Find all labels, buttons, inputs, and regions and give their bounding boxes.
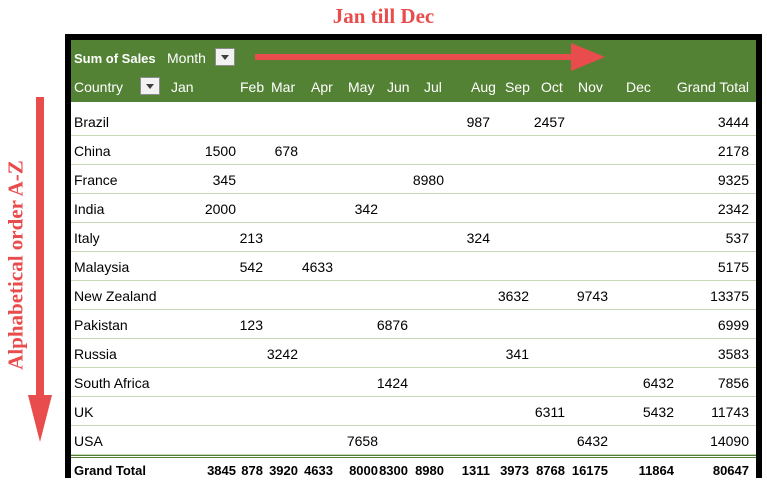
row-total-cell[interactable]: 5175 [718, 258, 749, 276]
row-total-cell[interactable]: 537 [726, 229, 749, 247]
grand-total-border [71, 455, 756, 458]
row-divider [71, 222, 756, 223]
value-cell[interactable]: 9743 [577, 287, 608, 305]
grand-total-value-cell[interactable]: 3845 [207, 462, 236, 480]
row-total-cell[interactable]: 14090 [710, 432, 749, 450]
row-divider [71, 135, 756, 136]
grand-total-value-cell[interactable]: 3973 [500, 462, 529, 480]
country-cell[interactable]: South Africa [74, 374, 150, 392]
value-cell[interactable]: 342 [355, 200, 378, 218]
row-total-cell[interactable]: 6999 [718, 316, 749, 334]
row-divider [71, 425, 756, 426]
month-filter-button[interactable] [215, 48, 235, 66]
value-cell[interactable]: 8980 [413, 171, 444, 189]
country-cell[interactable]: Russia [74, 345, 117, 363]
country-cell[interactable]: Pakistan [74, 316, 128, 334]
pivot-table: Sum of Sales Month Country Grand Total J… [71, 40, 756, 478]
row-total-cell[interactable]: 7856 [718, 374, 749, 392]
grand-total-value-cell[interactable]: 8980 [415, 462, 444, 480]
grand-total-value-cell[interactable]: 8300 [379, 462, 408, 480]
country-cell[interactable]: Malaysia [74, 258, 129, 276]
down-arrow-icon [28, 97, 52, 442]
country-filter-button[interactable] [140, 77, 160, 95]
value-cell[interactable]: 5432 [643, 403, 674, 421]
value-cell[interactable]: 1424 [377, 374, 408, 392]
row-divider [71, 367, 756, 368]
country-field-label: Country [74, 79, 124, 95]
value-cell[interactable]: 987 [467, 113, 490, 131]
grand-total-value-cell[interactable]: 3920 [269, 462, 298, 480]
country-cell[interactable]: New Zealand [74, 287, 157, 305]
row-total-cell[interactable]: 9325 [718, 171, 749, 189]
value-cell[interactable]: 213 [240, 229, 263, 247]
value-cell[interactable]: 6432 [643, 374, 674, 392]
value-cell[interactable]: 7658 [347, 432, 378, 450]
value-cell[interactable]: 2457 [534, 113, 565, 131]
month-header-jan: Jan [171, 79, 194, 95]
value-cell[interactable]: 324 [467, 229, 490, 247]
country-cell[interactable]: USA [74, 432, 103, 450]
row-divider [71, 309, 756, 310]
month-header-dec: Dec [626, 79, 651, 95]
grand-total-value-cell[interactable]: 878 [241, 462, 263, 480]
month-header-jun: Jun [387, 79, 410, 95]
row-total-cell[interactable]: 3583 [718, 345, 749, 363]
country-cell[interactable]: UK [74, 403, 93, 421]
country-cell[interactable]: France [74, 171, 118, 189]
annotation-alphabetical-order-text: Alphabetical order A-Z [3, 160, 28, 370]
grand-total-label[interactable]: Grand Total [74, 462, 146, 480]
annotation-alphabetical-order: Alphabetical order A-Z [3, 130, 29, 400]
grand-total-value-cell[interactable]: 8768 [536, 462, 565, 480]
grand-total-value-cell[interactable]: 11864 [639, 462, 674, 480]
row-total-cell[interactable]: 3444 [718, 113, 749, 131]
value-cell[interactable]: 6876 [377, 316, 408, 334]
country-cell[interactable]: China [74, 142, 111, 160]
value-cell[interactable]: 678 [275, 142, 298, 160]
month-header-nov: Nov [578, 79, 603, 95]
row-total-cell[interactable]: 2178 [718, 142, 749, 160]
month-field-label: Month [167, 50, 206, 66]
value-cell[interactable]: 4633 [302, 258, 333, 276]
month-header-mar: Mar [271, 79, 296, 95]
sum-of-sales-label: Sum of Sales [74, 51, 156, 66]
value-cell[interactable]: 3632 [498, 287, 529, 305]
value-cell[interactable]: 2000 [205, 200, 236, 218]
value-cell[interactable]: 3242 [267, 345, 298, 363]
value-cell[interactable]: 123 [240, 316, 263, 334]
country-cell[interactable]: India [74, 200, 104, 218]
value-cell[interactable]: 1500 [205, 142, 236, 160]
annotation-jan-till-dec: Jan till Dec [332, 4, 435, 28]
grand-total-overall-cell[interactable]: 80647 [713, 462, 749, 480]
grand-total-value-cell[interactable]: 4633 [304, 462, 333, 480]
month-header-oct: Oct [541, 79, 563, 95]
grand-total-header: Grand Total [676, 79, 749, 95]
grand-total-value-cell[interactable]: 8000 [349, 462, 378, 480]
pivot-table-frame: Sum of Sales Month Country Grand Total J… [65, 34, 762, 478]
country-cell[interactable]: Italy [74, 229, 100, 247]
value-cell[interactable]: 341 [506, 345, 529, 363]
row-divider [71, 251, 756, 252]
month-header-aug: Aug [471, 79, 496, 95]
grand-total-value-cell[interactable]: 16175 [572, 462, 608, 480]
row-divider [71, 193, 756, 194]
country-cell[interactable]: Brazil [74, 113, 109, 131]
value-cell[interactable]: 6311 [535, 403, 565, 421]
month-header-apr: Apr [311, 79, 333, 95]
month-header-feb: Feb [240, 79, 265, 95]
row-divider [71, 164, 756, 165]
month-header-may: May [348, 79, 375, 95]
value-cell[interactable]: 6432 [577, 432, 608, 450]
row-divider [71, 338, 756, 339]
month-header-jul: Jul [424, 79, 442, 95]
row-total-cell[interactable]: 2342 [718, 200, 749, 218]
value-cell[interactable]: 542 [240, 258, 263, 276]
right-arrow-icon [255, 43, 605, 71]
grand-total-value-cell[interactable]: 1311 [462, 462, 490, 480]
row-divider [71, 280, 756, 281]
row-total-cell[interactable]: 13375 [710, 287, 749, 305]
row-divider [71, 396, 756, 397]
month-header-sep: Sep [505, 79, 530, 95]
row-total-cell[interactable]: 11743 [711, 403, 749, 421]
value-cell[interactable]: 345 [213, 171, 236, 189]
